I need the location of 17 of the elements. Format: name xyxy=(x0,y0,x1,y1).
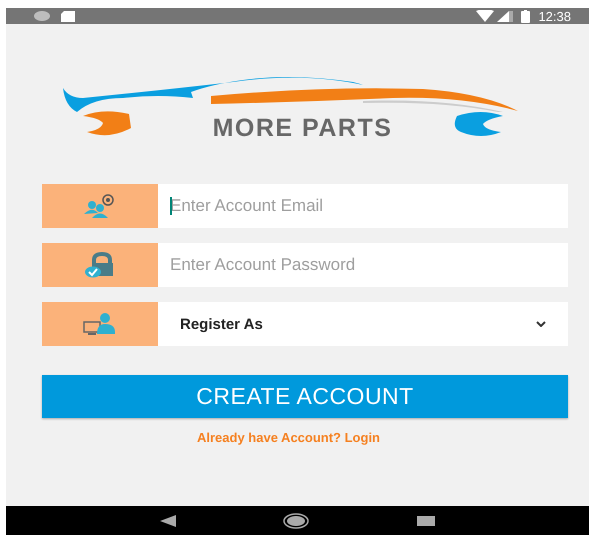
brand-name: MORE PARTS xyxy=(212,114,394,143)
email-field[interactable]: Enter Account Email xyxy=(158,184,568,228)
password-field[interactable]: Enter Account Password xyxy=(158,243,568,287)
login-link[interactable]: Already have Account? Login xyxy=(197,430,380,445)
signal-icon xyxy=(497,10,514,22)
battery-icon xyxy=(521,10,530,22)
create-account-button[interactable]: CREATE ACCOUNT xyxy=(42,375,568,418)
user-monitor-icon xyxy=(83,312,117,336)
home-icon[interactable] xyxy=(283,512,310,528)
sd-card-icon xyxy=(60,10,76,22)
clock-time: 12:38 xyxy=(538,8,571,24)
wifi-icon xyxy=(476,10,494,22)
register-as-dropdown[interactable]: Register As xyxy=(158,302,568,346)
back-icon[interactable] xyxy=(160,514,176,526)
notification-dot-icon xyxy=(34,11,50,21)
chevron-down-icon xyxy=(536,321,546,327)
recents-icon[interactable] xyxy=(417,516,436,526)
